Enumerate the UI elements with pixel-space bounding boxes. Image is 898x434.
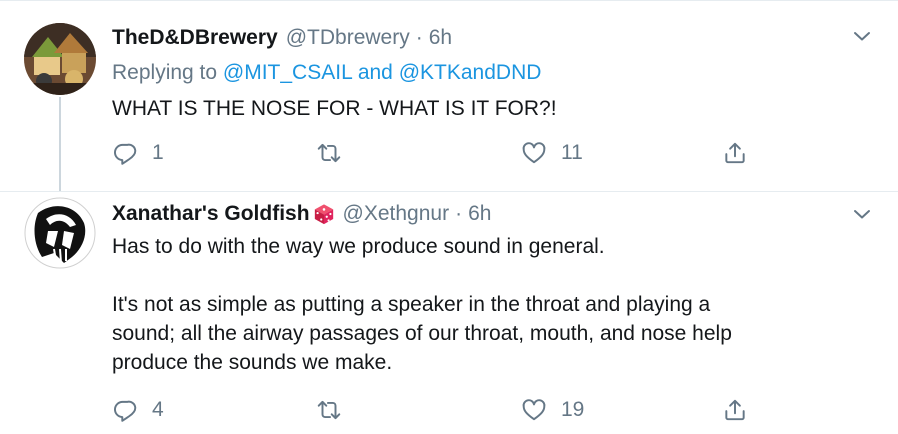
tweet-text-line: It's not as simple as putting a speaker … — [112, 293, 711, 316]
like-button[interactable]: 11 — [521, 138, 583, 168]
tweet[interactable]: TheD&DBrewery @TDbrewery · 6h Replying t… — [0, 0, 898, 191]
action-bar: 4 19 — [112, 395, 752, 425]
tweet[interactable]: Xanathar's Goldfish @Xethgnur · 6h Has t… — [0, 191, 898, 434]
like-count: 19 — [561, 398, 585, 421]
mention-link[interactable]: @KTKandDND — [399, 61, 542, 84]
separator-dot: · — [455, 202, 463, 225]
reply-button[interactable]: 4 — [112, 395, 164, 425]
action-bar: 1 11 — [112, 138, 752, 168]
retweet-button[interactable] — [316, 395, 356, 425]
like-icon — [522, 399, 546, 421]
reply-icon — [114, 143, 137, 165]
replying-to: Replying to @MIT_CSAIL and @KTKandDND — [112, 61, 541, 85]
display-name[interactable]: TheD&DBrewery — [112, 26, 278, 50]
retweet-button[interactable] — [316, 138, 356, 168]
handle[interactable]: @TDbrewery — [286, 26, 410, 50]
tweet-text-line: WHAT IS THE NOSE FOR - WHAT IS IT FOR?! — [112, 97, 557, 120]
tweet-text: WHAT IS THE NOSE FOR - WHAT IS IT FOR?! — [112, 94, 557, 123]
dice-icon — [313, 203, 335, 225]
reply-count: 1 — [152, 141, 164, 164]
mention-and[interactable]: and — [358, 61, 393, 84]
timestamp[interactable]: 6h — [429, 26, 452, 50]
reply-button[interactable]: 1 — [112, 138, 164, 168]
like-count: 11 — [561, 141, 583, 164]
like-icon — [522, 142, 546, 164]
avatar[interactable] — [24, 197, 96, 269]
share-button[interactable] — [722, 138, 748, 168]
reply-count: 4 — [152, 398, 164, 421]
tweet-header: TheD&DBrewery @TDbrewery · 6h — [112, 23, 452, 53]
share-icon — [725, 142, 745, 164]
display-name[interactable]: Xanathar's Goldfish — [112, 202, 310, 226]
tweet-header: Xanathar's Goldfish @Xethgnur · 6h — [112, 199, 491, 229]
chevron-down-icon[interactable] — [850, 24, 874, 48]
replying-prefix: Replying to — [112, 61, 218, 84]
mention-link[interactable]: @MIT_CSAIL — [223, 61, 352, 84]
handle[interactable]: @Xethgnur — [343, 202, 450, 226]
share-button[interactable] — [722, 395, 748, 425]
like-button[interactable]: 19 — [521, 395, 584, 425]
share-icon — [725, 399, 745, 421]
tweet-text-line: sound; all the airway passages of our th… — [112, 322, 732, 345]
timestamp[interactable]: 6h — [468, 202, 491, 226]
reply-icon — [114, 400, 137, 422]
retweet-icon — [317, 143, 341, 163]
tweet-text: Has to do with the way we produce sound … — [112, 232, 732, 377]
thread-line — [59, 97, 61, 191]
tweet-text-line: produce the sounds we make. — [112, 351, 393, 374]
retweet-icon — [317, 400, 341, 420]
chevron-down-icon[interactable] — [850, 202, 874, 226]
separator-dot: · — [415, 26, 423, 49]
tweet-text-line: Has to do with the way we produce sound … — [112, 235, 605, 258]
avatar[interactable] — [24, 23, 96, 95]
